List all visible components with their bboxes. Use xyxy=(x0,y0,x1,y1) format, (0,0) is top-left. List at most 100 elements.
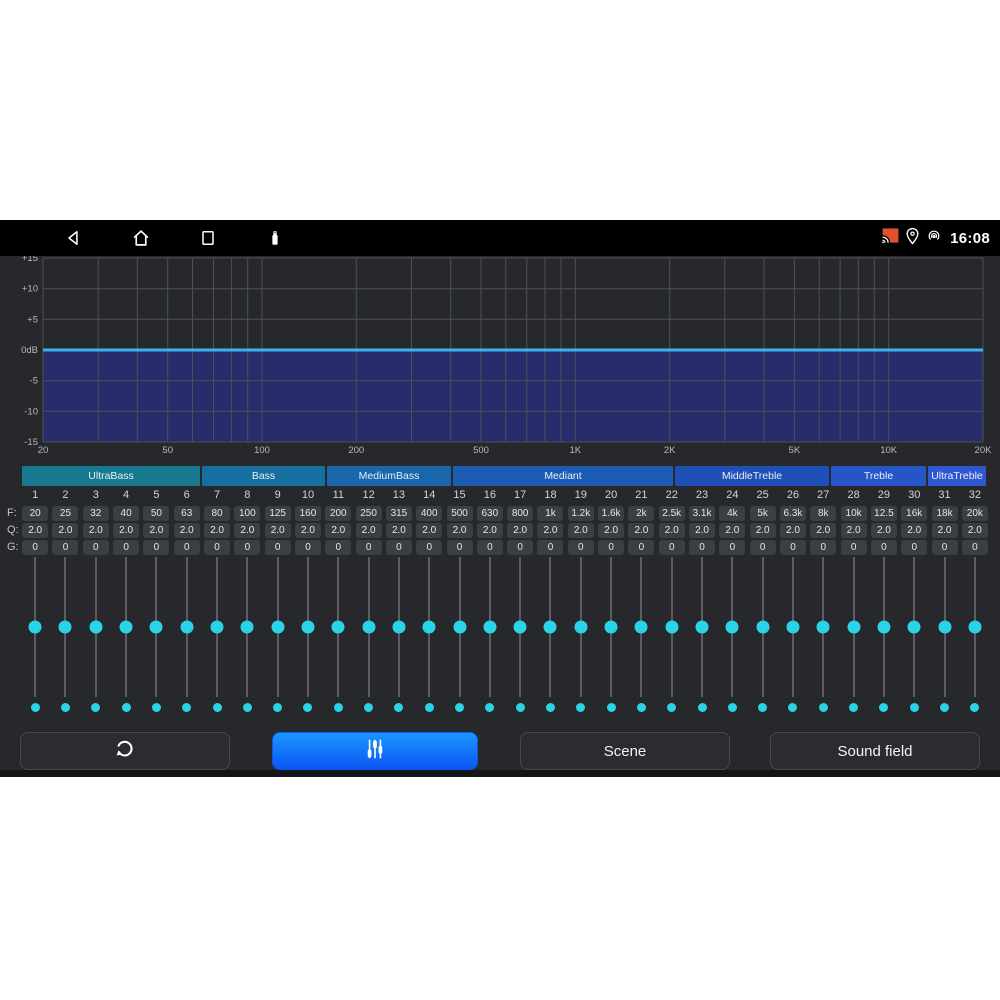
gain-slider[interactable] xyxy=(384,557,414,697)
gain-slider[interactable] xyxy=(778,557,808,697)
usb-device-icon[interactable] xyxy=(263,226,287,250)
gain-value[interactable]: 0 xyxy=(234,540,260,555)
slider-knob[interactable] xyxy=(877,621,890,634)
freq-value[interactable]: 5k xyxy=(750,506,776,521)
band-group-treble[interactable]: Treble xyxy=(831,466,926,486)
gain-value[interactable]: 0 xyxy=(113,540,139,555)
channel-indicator-dot[interactable] xyxy=(698,703,707,712)
slider-knob[interactable] xyxy=(180,621,193,634)
q-value[interactable]: 2.0 xyxy=(841,523,867,538)
slider-knob[interactable] xyxy=(574,621,587,634)
channel-indicator-dot[interactable] xyxy=(879,703,888,712)
slider-knob[interactable] xyxy=(696,621,709,634)
freq-value[interactable]: 18k xyxy=(932,506,958,521)
q-value[interactable]: 2.0 xyxy=(204,523,230,538)
gain-slider[interactable] xyxy=(81,557,111,697)
gain-value[interactable]: 0 xyxy=(356,540,382,555)
q-value[interactable]: 2.0 xyxy=(113,523,139,538)
slider-knob[interactable] xyxy=(150,621,163,634)
q-value[interactable]: 2.0 xyxy=(83,523,109,538)
channel-indicator-dot[interactable] xyxy=(637,703,646,712)
gain-slider[interactable] xyxy=(263,557,293,697)
gain-slider[interactable] xyxy=(687,557,717,697)
freq-value[interactable]: 200 xyxy=(325,506,351,521)
freq-value[interactable]: 2k xyxy=(628,506,654,521)
home-icon[interactable] xyxy=(129,226,153,250)
q-value[interactable]: 2.0 xyxy=(871,523,897,538)
slider-knob[interactable] xyxy=(241,621,254,634)
freq-value[interactable]: 50 xyxy=(143,506,169,521)
freq-value[interactable]: 10k xyxy=(841,506,867,521)
q-value[interactable]: 2.0 xyxy=(628,523,654,538)
channel-indicator-dot[interactable] xyxy=(455,703,464,712)
band-group-middletreble[interactable]: MiddleTreble xyxy=(675,466,829,486)
gain-value[interactable]: 0 xyxy=(841,540,867,555)
slider-knob[interactable] xyxy=(301,621,314,634)
slider-knob[interactable] xyxy=(786,621,799,634)
slider-knob[interactable] xyxy=(605,621,618,634)
freq-value[interactable]: 32 xyxy=(83,506,109,521)
slider-knob[interactable] xyxy=(908,621,921,634)
freq-value[interactable]: 1.2k xyxy=(568,506,594,521)
channel-indicator-dot[interactable] xyxy=(728,703,737,712)
freq-value[interactable]: 12.5 xyxy=(871,506,897,521)
channel-indicator-dot[interactable] xyxy=(122,703,131,712)
gain-value[interactable]: 0 xyxy=(204,540,230,555)
channel-indicator-dot[interactable] xyxy=(849,703,858,712)
q-value[interactable]: 2.0 xyxy=(932,523,958,538)
gain-slider[interactable] xyxy=(323,557,353,697)
recents-icon[interactable] xyxy=(196,226,220,250)
gain-value[interactable]: 0 xyxy=(447,540,473,555)
sound-field-button[interactable]: Sound field xyxy=(770,732,980,770)
q-value[interactable]: 2.0 xyxy=(780,523,806,538)
band-group-ultratreble[interactable]: UltraTreble xyxy=(928,466,986,486)
channel-indicator-dot[interactable] xyxy=(213,703,222,712)
freq-value[interactable]: 80 xyxy=(204,506,230,521)
slider-knob[interactable] xyxy=(483,621,496,634)
slider-knob[interactable] xyxy=(453,621,466,634)
channel-indicator-dot[interactable] xyxy=(516,703,525,712)
q-value[interactable]: 2.0 xyxy=(598,523,624,538)
gain-slider[interactable] xyxy=(293,557,323,697)
gain-value[interactable]: 0 xyxy=(628,540,654,555)
channel-indicator-dot[interactable] xyxy=(303,703,312,712)
gain-slider[interactable] xyxy=(232,557,262,697)
channel-indicator-dot[interactable] xyxy=(31,703,40,712)
gain-slider[interactable] xyxy=(717,557,747,697)
freq-value[interactable]: 2.5k xyxy=(659,506,685,521)
q-value[interactable]: 2.0 xyxy=(568,523,594,538)
slider-knob[interactable] xyxy=(514,621,527,634)
gain-value[interactable]: 0 xyxy=(52,540,78,555)
gain-slider[interactable] xyxy=(596,557,626,697)
band-group-ultrabass[interactable]: UltraBass xyxy=(22,466,200,486)
gain-slider[interactable] xyxy=(172,557,202,697)
q-value[interactable]: 2.0 xyxy=(447,523,473,538)
channel-indicator-dot[interactable] xyxy=(334,703,343,712)
channel-indicator-dot[interactable] xyxy=(970,703,979,712)
gain-value[interactable]: 0 xyxy=(325,540,351,555)
slider-knob[interactable] xyxy=(392,621,405,634)
q-value[interactable]: 2.0 xyxy=(356,523,382,538)
gain-value[interactable]: 0 xyxy=(416,540,442,555)
gain-value[interactable]: 0 xyxy=(568,540,594,555)
freq-value[interactable]: 160 xyxy=(295,506,321,521)
gain-value[interactable]: 0 xyxy=(689,540,715,555)
gain-slider[interactable] xyxy=(838,557,868,697)
channel-indicator-dot[interactable] xyxy=(425,703,434,712)
freq-value[interactable]: 6.3k xyxy=(780,506,806,521)
q-value[interactable]: 2.0 xyxy=(689,523,715,538)
slider-knob[interactable] xyxy=(968,621,981,634)
freq-value[interactable]: 1.6k xyxy=(598,506,624,521)
q-value[interactable]: 2.0 xyxy=(295,523,321,538)
slider-knob[interactable] xyxy=(847,621,860,634)
channel-indicator-dot[interactable] xyxy=(607,703,616,712)
q-value[interactable]: 2.0 xyxy=(386,523,412,538)
gain-slider[interactable] xyxy=(869,557,899,697)
gain-value[interactable]: 0 xyxy=(659,540,685,555)
channel-indicator-dot[interactable] xyxy=(394,703,403,712)
channel-indicator-dot[interactable] xyxy=(152,703,161,712)
q-value[interactable]: 2.0 xyxy=(477,523,503,538)
gain-slider[interactable] xyxy=(202,557,232,697)
gain-value[interactable]: 0 xyxy=(83,540,109,555)
band-group-bass[interactable]: Bass xyxy=(202,466,325,486)
